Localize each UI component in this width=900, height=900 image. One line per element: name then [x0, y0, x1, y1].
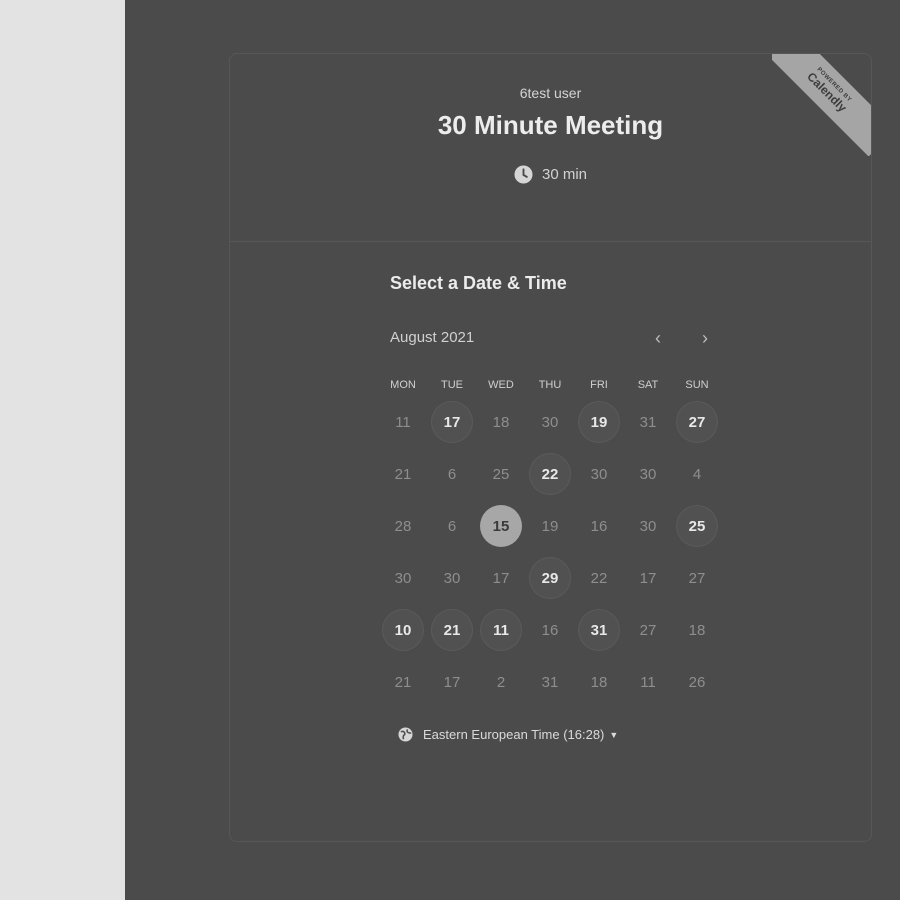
unavailable-date: 18 — [492, 413, 510, 431]
calendar-region: Select a Date & Time August 2021 ‹ › MON… — [229, 53, 872, 842]
available-date[interactable]: 19 — [578, 401, 620, 443]
unavailable-date: 31 — [639, 413, 657, 431]
unavailable-date: 27 — [688, 569, 706, 587]
unavailable-date: 30 — [639, 465, 657, 483]
timezone-label: Eastern European Time (16:28) — [423, 727, 605, 742]
caret-down-icon: ▼ — [609, 729, 619, 740]
unavailable-date: 21 — [394, 465, 412, 483]
unavailable-date: 11 — [395, 413, 411, 431]
unavailable-date: 2 — [496, 673, 506, 691]
available-date[interactable]: 25 — [676, 505, 718, 547]
unavailable-date: 28 — [394, 517, 412, 535]
unavailable-date: 18 — [688, 621, 706, 639]
unavailable-date: 30 — [394, 569, 412, 587]
unavailable-date: 27 — [639, 621, 657, 639]
unavailable-date: 22 — [590, 569, 608, 587]
selected-date[interactable]: 15 — [480, 505, 522, 547]
unavailable-date: 16 — [541, 621, 559, 639]
unavailable-date: 30 — [541, 413, 559, 431]
available-date[interactable]: 11 — [480, 609, 522, 651]
left-panel — [0, 0, 125, 900]
unavailable-date: 30 — [590, 465, 608, 483]
unavailable-date: 25 — [492, 465, 510, 483]
unavailable-date: 30 — [443, 569, 461, 587]
unavailable-date: 31 — [541, 673, 559, 691]
unavailable-date: 21 — [394, 673, 412, 691]
unavailable-date: 17 — [639, 569, 657, 587]
available-date[interactable]: 27 — [676, 401, 718, 443]
available-date[interactable]: 10 — [382, 609, 424, 651]
unavailable-date: 26 — [688, 673, 706, 691]
unavailable-date: 6 — [447, 465, 457, 483]
unavailable-date: 6 — [447, 517, 457, 535]
unavailable-date: 11 — [640, 673, 656, 691]
available-date[interactable]: 17 — [431, 401, 473, 443]
available-date[interactable]: 21 — [431, 609, 473, 651]
timezone-selector[interactable]: Eastern European Time (16:28) ▼ — [398, 727, 618, 742]
available-date[interactable]: 22 — [529, 453, 571, 495]
unavailable-date: 17 — [443, 673, 461, 691]
available-date[interactable]: 29 — [529, 557, 571, 599]
date-grid: 11 17 18 30 19 31 27 21 6 25 22 30 30 4 28 6 15 19 16 30 25 3… — [229, 53, 872, 842]
unavailable-date: 4 — [692, 465, 702, 483]
available-date[interactable]: 31 — [578, 609, 620, 651]
globe-icon — [398, 727, 413, 742]
unavailable-date: 16 — [590, 517, 608, 535]
unavailable-date: 18 — [590, 673, 608, 691]
unavailable-date: 17 — [492, 569, 510, 587]
unavailable-date: 30 — [639, 517, 657, 535]
unavailable-date: 19 — [541, 517, 559, 535]
